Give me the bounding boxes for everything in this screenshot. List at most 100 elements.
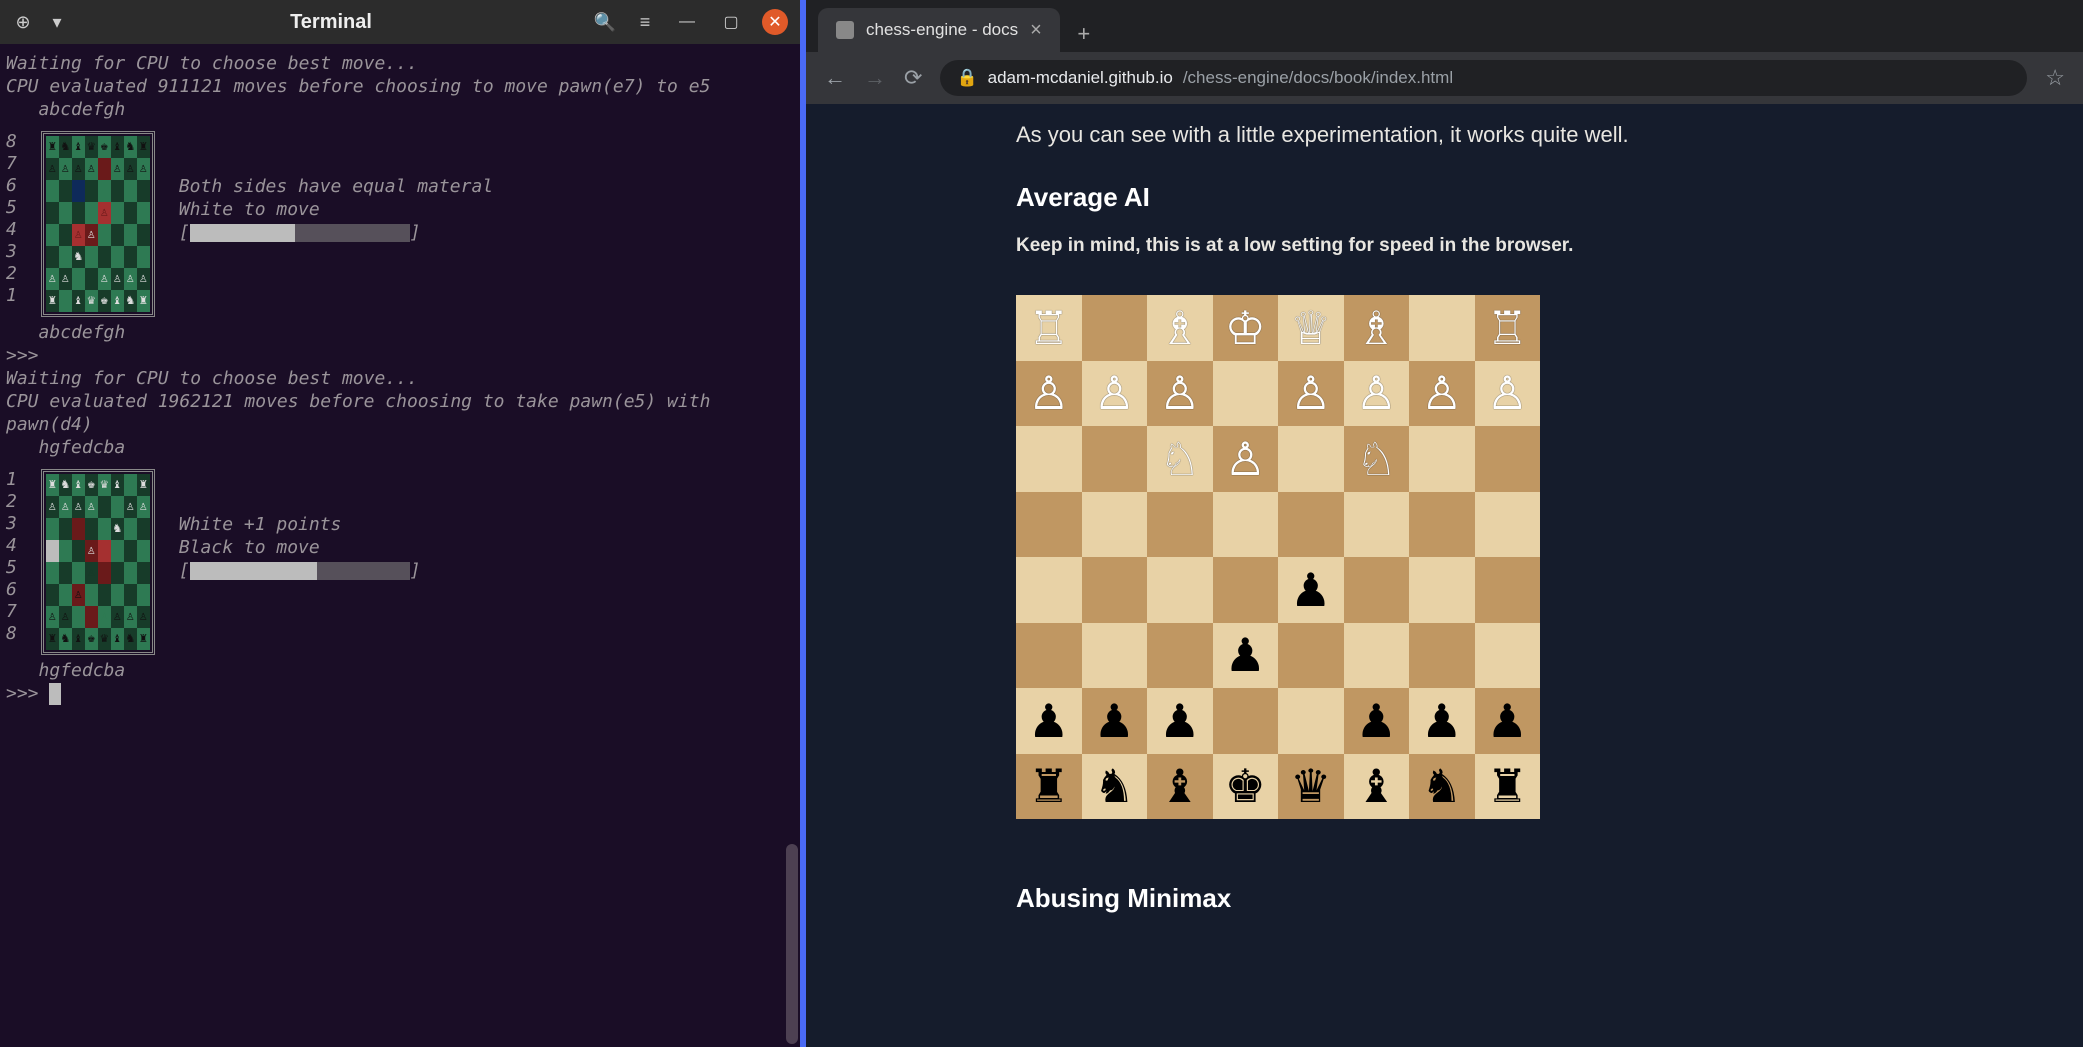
chess-square[interactable] [1475,426,1541,492]
note-text: Keep in mind, this is at a low setting f… [1016,235,2083,257]
chess-square[interactable] [1016,426,1082,492]
chess-square[interactable] [1082,623,1148,689]
chess-square[interactable] [1082,295,1148,361]
chess-square[interactable] [1213,492,1279,558]
chess-square[interactable] [1278,426,1344,492]
minimize-button[interactable]: — [674,9,700,35]
chess-square[interactable]: ♟ [1409,688,1475,754]
chess-square[interactable] [1016,557,1082,623]
chess-square[interactable] [1213,557,1279,623]
terminal-prompt[interactable]: >>> [6,682,794,705]
chess-square[interactable]: ♙ [1016,361,1082,427]
chess-square[interactable]: ♟ [1344,688,1410,754]
chess-square[interactable] [1475,623,1541,689]
chess-square[interactable]: ♝ [1344,754,1410,820]
chess-square[interactable]: ♙ [1147,361,1213,427]
chess-square[interactable] [1278,492,1344,558]
chess-square[interactable] [1213,361,1279,427]
chess-square[interactable] [1344,492,1410,558]
chess-square[interactable] [1409,295,1475,361]
search-icon[interactable]: 🔍 [594,11,616,33]
terminal-window: ⊕ ▾ Terminal 🔍 ≡ — ▢ ✕ Waiting for CPU t… [0,0,800,1047]
rank-labels: 87654321 [6,131,17,307]
chess-square[interactable] [1278,623,1344,689]
chess-square[interactable] [1278,688,1344,754]
chess-square[interactable] [1147,623,1213,689]
chess-square[interactable]: ♙ [1278,361,1344,427]
close-button[interactable]: ✕ [762,9,788,35]
chess-square[interactable] [1475,557,1541,623]
chess-piece: ♛ [1290,759,1331,813]
menu-icon[interactable]: ≡ [634,11,656,33]
chess-piece: ♜ [1487,759,1528,813]
bookmark-icon[interactable]: ☆ [2045,65,2065,91]
chess-square[interactable]: ♝ [1147,754,1213,820]
chess-square[interactable]: ♖ [1475,295,1541,361]
back-icon[interactable]: ← [824,65,846,91]
chess-square[interactable]: ♟ [1278,557,1344,623]
heading-abusing-minimax: Abusing Minimax [1016,883,2083,914]
heading-average-ai: Average AI [1016,182,2083,213]
scrollbar-thumb[interactable] [786,844,798,1044]
chess-piece: ♘ [1356,432,1397,486]
browser-tab[interactable]: chess-engine - docs × [818,8,1060,52]
terminal-line: hgfedcba [6,436,794,459]
chess-square[interactable] [1409,557,1475,623]
chess-square[interactable]: ♛ [1278,754,1344,820]
chess-square[interactable]: ♙ [1344,361,1410,427]
dropdown-icon[interactable]: ▾ [46,11,68,33]
chess-square[interactable]: ♞ [1082,754,1148,820]
chess-square[interactable]: ♘ [1344,426,1410,492]
terminal-line: CPU evaluated 911121 moves before choosi… [6,75,794,98]
chess-piece: ♘ [1159,432,1200,486]
chess-square[interactable]: ♟ [1082,688,1148,754]
chess-square[interactable]: ♟ [1213,623,1279,689]
terminal-body[interactable]: Waiting for CPU to choose best move...CP… [0,44,800,1047]
chess-square[interactable]: ♞ [1409,754,1475,820]
chess-square[interactable]: ♜ [1016,754,1082,820]
chess-square[interactable]: ♚ [1213,754,1279,820]
chess-square[interactable] [1409,623,1475,689]
forward-icon[interactable]: → [864,65,886,91]
chess-board[interactable]: ♖♗♔♕♗♖♙♙♙♙♙♙♙♘♙♘♟♟♟♟♟♟♟♟♜♞♝♚♛♝♞♜ [1016,295,1540,819]
chess-square[interactable]: ♟ [1475,688,1541,754]
new-tab-button[interactable]: + [1066,16,1102,52]
chess-square[interactable]: ♗ [1147,295,1213,361]
address-input[interactable]: 🔒 adam-mcdaniel.github.io/chess-engine/d… [940,60,2027,96]
browser-window: chess-engine - docs × + ← → ⟳ 🔒 adam-mcd… [800,0,2083,1047]
new-tab-icon[interactable]: ⊕ [12,11,34,33]
page-content[interactable]: As you can see with a little experimenta… [806,104,2083,1047]
chess-square[interactable] [1082,492,1148,558]
chess-square[interactable] [1344,623,1410,689]
chess-square[interactable] [1016,492,1082,558]
chess-square[interactable]: ♟ [1016,688,1082,754]
chess-square[interactable] [1016,623,1082,689]
chess-square[interactable]: ♔ [1213,295,1279,361]
chess-square[interactable]: ♙ [1475,361,1541,427]
chess-square[interactable]: ♟ [1147,688,1213,754]
chess-square[interactable] [1147,557,1213,623]
chess-square[interactable] [1344,557,1410,623]
chess-square[interactable]: ♘ [1147,426,1213,492]
chess-square[interactable]: ♜ [1475,754,1541,820]
chess-piece: ♙ [1356,366,1397,420]
chess-square[interactable]: ♖ [1016,295,1082,361]
chess-square[interactable] [1409,426,1475,492]
chess-square[interactable] [1082,557,1148,623]
chess-square[interactable]: ♙ [1409,361,1475,427]
maximize-button[interactable]: ▢ [718,9,744,35]
chess-square[interactable]: ♕ [1278,295,1344,361]
chess-square[interactable]: ♙ [1213,426,1279,492]
reload-icon[interactable]: ⟳ [904,65,922,91]
chess-square[interactable] [1213,688,1279,754]
tab-close-icon[interactable]: × [1030,19,1042,42]
chess-square[interactable]: ♗ [1344,295,1410,361]
terminal-line: CPU evaluated 1962121 moves before choos… [6,390,794,436]
chess-square[interactable] [1409,492,1475,558]
terminal-titlebar: ⊕ ▾ Terminal 🔍 ≡ — ▢ ✕ [0,0,800,44]
chess-square[interactable] [1475,492,1541,558]
chess-square[interactable] [1082,426,1148,492]
chess-square[interactable]: ♙ [1082,361,1148,427]
chess-square[interactable] [1147,492,1213,558]
chess-piece: ♟ [1225,628,1266,682]
